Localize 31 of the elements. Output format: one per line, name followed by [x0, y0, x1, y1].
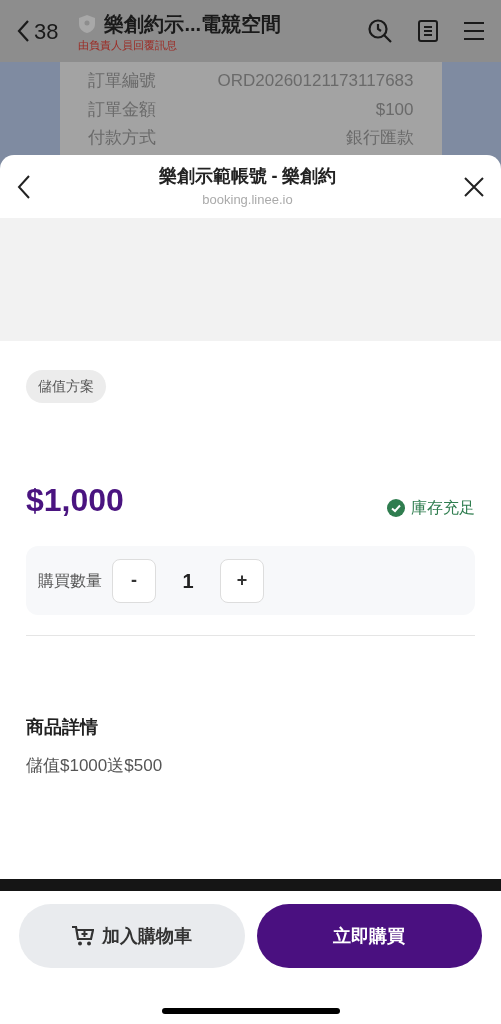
- order-value: ORD20260121173117683: [217, 70, 414, 92]
- order-value: 銀行匯款: [345, 127, 414, 149]
- check-icon: [387, 499, 405, 517]
- back-icon: [16, 19, 30, 43]
- order-label: 訂單編號: [87, 70, 156, 92]
- category-tag: 儲值方案: [26, 370, 106, 403]
- quantity-value: 1: [181, 568, 195, 594]
- order-value: $100: [375, 98, 414, 121]
- price: $1,000: [26, 481, 124, 520]
- order-label: 訂單金額: [87, 98, 156, 121]
- details-title: 商品詳情: [26, 716, 99, 739]
- back-icon[interactable]: [16, 173, 32, 200]
- menu-icon[interactable]: [463, 21, 485, 41]
- sheet-url: booking.linee.io: [202, 191, 293, 210]
- cart-icon: [71, 926, 94, 946]
- chat-title: 樂創約示...電競空間: [104, 11, 282, 37]
- back-button[interactable]: 38: [16, 14, 59, 48]
- sheet-title: 樂創示範帳號 - 樂創約: [158, 165, 337, 189]
- notes-icon[interactable]: [417, 19, 439, 43]
- shield-icon: [78, 13, 97, 34]
- search-icon[interactable]: [367, 18, 393, 44]
- close-icon[interactable]: [463, 175, 485, 198]
- add-to-cart-button[interactable]: 加入購物車: [19, 904, 245, 968]
- chat-subtitle: 由負責人員回覆訊息: [78, 37, 179, 53]
- decrease-button[interactable]: -: [112, 558, 156, 603]
- stock-status: 庫存充足: [411, 498, 475, 518]
- quantity-label: 購買數量: [38, 570, 102, 591]
- details-text: 儲值$1000送$500: [26, 755, 164, 777]
- order-label: 付款方式: [87, 127, 156, 149]
- increase-button[interactable]: +: [220, 558, 264, 603]
- buy-now-button[interactable]: 立即購買: [256, 904, 482, 968]
